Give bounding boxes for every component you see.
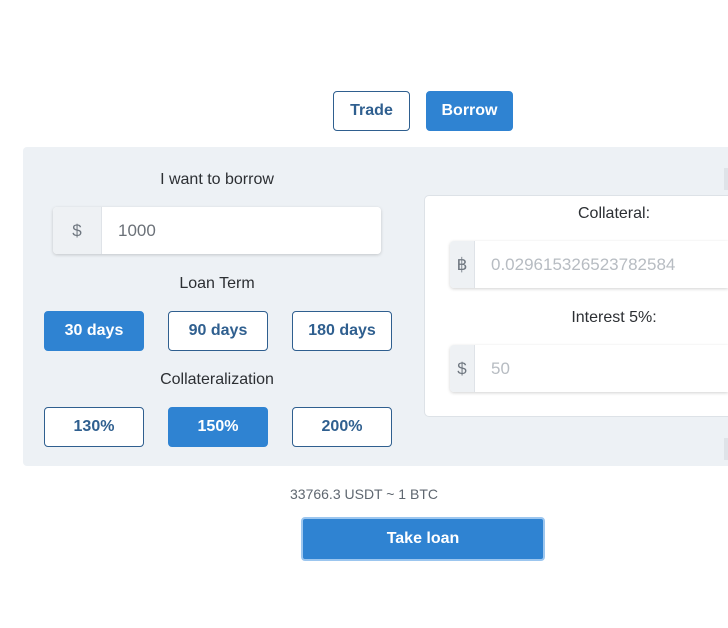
loan-term-90-days-button[interactable]: 90 days	[168, 311, 268, 351]
bitcoin-icon: ฿	[450, 241, 475, 288]
interest-heading: Interest 5%:	[571, 309, 657, 326]
collateralization-150-button[interactable]: 150%	[168, 407, 268, 447]
loan-term-30-days-button[interactable]: 30 days	[44, 311, 144, 351]
take-loan-button[interactable]: Take loan	[301, 517, 545, 561]
edge-sliver	[724, 438, 728, 460]
collateralization-heading: Collateralization	[160, 371, 274, 388]
collateralization-200-button[interactable]: 200%	[292, 407, 392, 447]
collateral-input[interactable]	[475, 241, 728, 288]
dollar-prefix: $	[450, 345, 475, 392]
collateralization-130-button[interactable]: 130%	[44, 407, 144, 447]
edge-sliver	[724, 168, 728, 190]
interest-group: $	[450, 345, 728, 392]
borrow-heading: I want to borrow	[160, 171, 274, 188]
collateral-group: ฿	[450, 241, 728, 288]
exchange-rate-text: 33766.3 USDT ~ 1 BTC	[290, 486, 438, 502]
loan-term-heading: Loan Term	[179, 275, 255, 292]
collateral-heading: Collateral:	[577, 205, 651, 222]
dollar-prefix: $	[53, 207, 102, 254]
borrow-amount-group: $	[53, 207, 381, 254]
interest-input[interactable]	[475, 345, 728, 392]
tab-trade[interactable]: Trade	[333, 91, 410, 131]
loan-term-180-days-button[interactable]: 180 days	[292, 311, 392, 351]
borrow-amount-input[interactable]	[102, 207, 381, 254]
tab-borrow[interactable]: Borrow	[426, 91, 513, 131]
